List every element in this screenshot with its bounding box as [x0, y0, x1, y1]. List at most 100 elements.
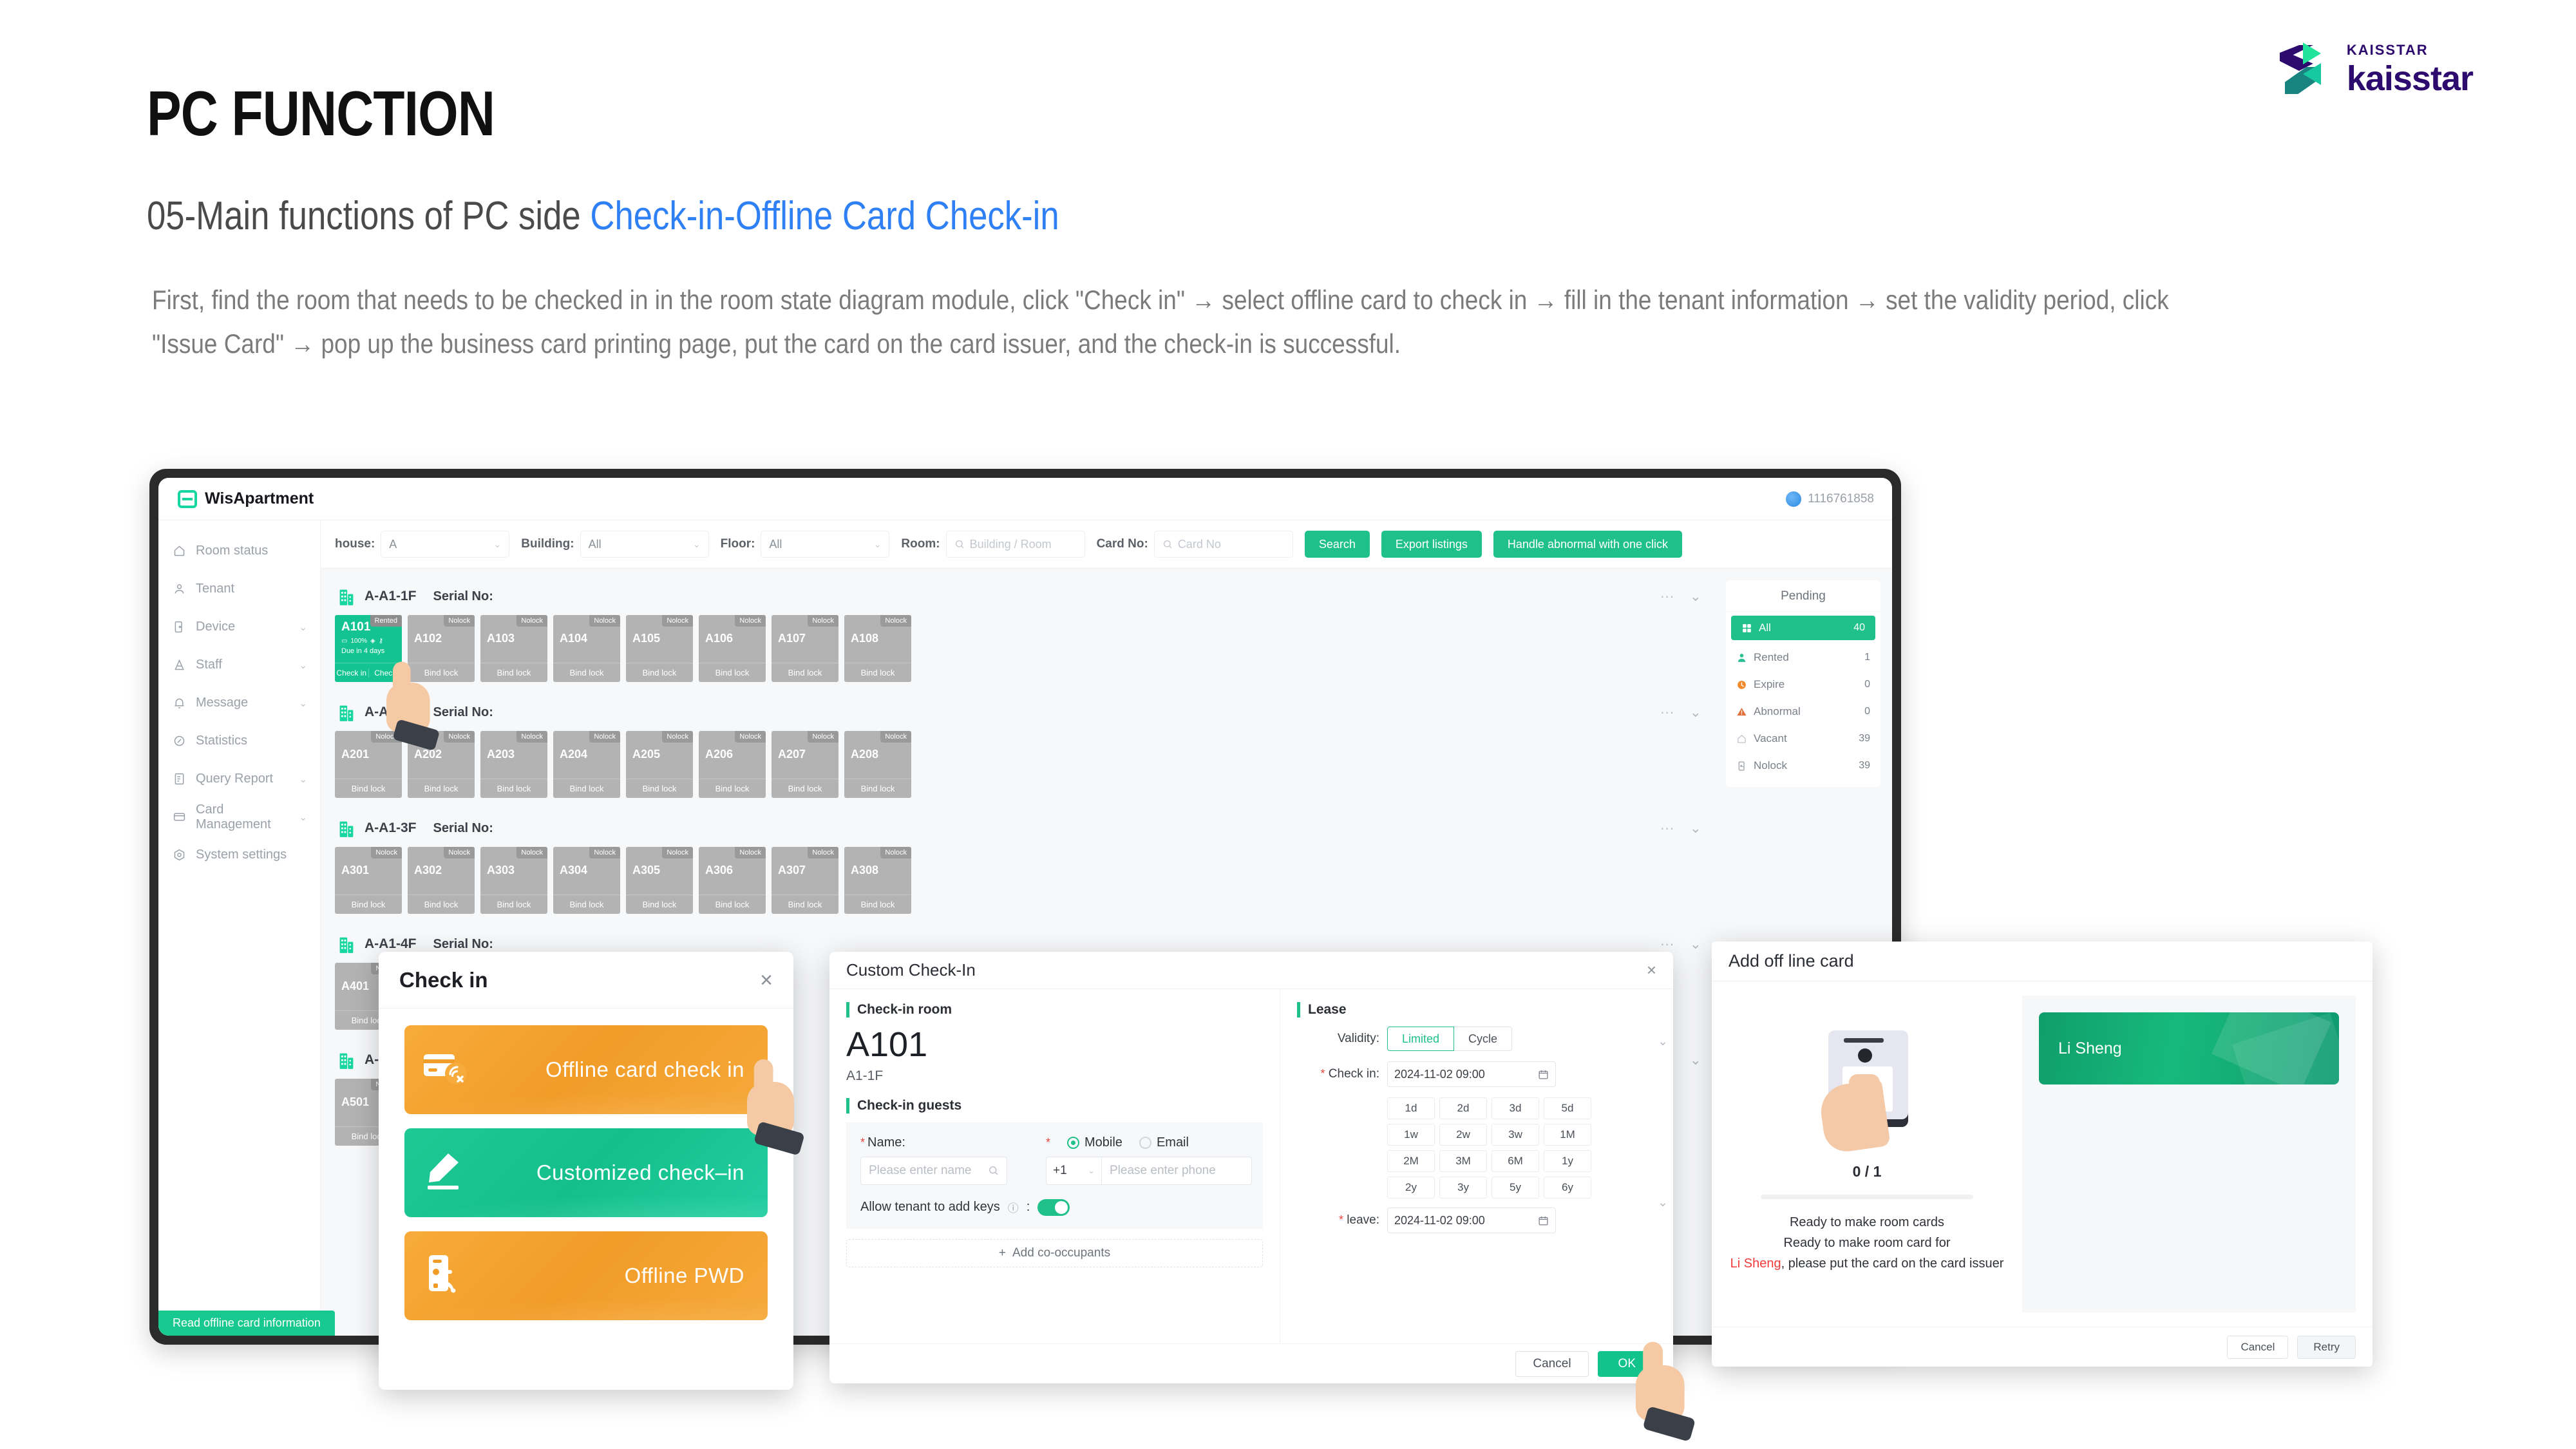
room-card-A306[interactable]: Nolock A306 Bind lock: [699, 847, 766, 914]
room-bindlock-action[interactable]: Bind lock: [480, 663, 547, 682]
validity-option-cycle[interactable]: Cycle: [1454, 1027, 1513, 1051]
duration-3w[interactable]: 3w: [1492, 1124, 1539, 1146]
checkin-option-offline-card-check-in[interactable]: Offline card check in: [404, 1025, 768, 1114]
room-card-A108[interactable]: Nolock A108 Bind lock: [844, 615, 911, 682]
chevron-down-icon[interactable]: ⌄: [1690, 704, 1701, 721]
chevron-down-icon[interactable]: ⌄: [299, 621, 307, 633]
room-card-A205[interactable]: Nolock A205 Bind lock: [626, 731, 693, 798]
chevron-down-icon[interactable]: ⌄: [299, 697, 307, 709]
duration-6y[interactable]: 6y: [1544, 1177, 1591, 1198]
country-code-select[interactable]: +1 ⌄: [1046, 1156, 1101, 1185]
room-card-A301[interactable]: Nolock A301 Bind lock: [335, 847, 402, 914]
room-card-A302[interactable]: Nolock A302 Bind lock: [408, 847, 475, 914]
duration-1w[interactable]: 1w: [1387, 1124, 1435, 1146]
sidebar-item-device[interactable]: Device ⌄: [158, 608, 320, 646]
sidebar-item-query-report[interactable]: Query Report ⌄: [158, 760, 320, 798]
room-bindlock-action[interactable]: Bind lock: [772, 895, 838, 914]
cancel-button[interactable]: Cancel: [2227, 1335, 2289, 1359]
name-input[interactable]: Please enter name: [860, 1156, 1007, 1185]
room-bindlock-action[interactable]: Bind lock: [626, 779, 693, 798]
room-bindlock-action[interactable]: Bind lock: [335, 895, 402, 914]
duration-1y[interactable]: 1y: [1544, 1150, 1591, 1172]
phone-input[interactable]: Please enter phone: [1101, 1156, 1252, 1185]
room-card-A204[interactable]: Nolock A204 Bind lock: [553, 731, 620, 798]
checkin-date-input[interactable]: 2024-11-02 09:00: [1387, 1061, 1556, 1087]
pending-row-rented[interactable]: Rented 1: [1726, 644, 1880, 671]
room-bindlock-action[interactable]: Bind lock: [480, 779, 547, 798]
room-bindlock-action[interactable]: Bind lock: [553, 895, 620, 914]
radio-email[interactable]: Email: [1139, 1135, 1189, 1150]
validity-option-limited[interactable]: Limited: [1387, 1027, 1455, 1051]
more-icon[interactable]: ···: [1660, 704, 1674, 721]
chevron-down-icon[interactable]: ⌄: [1658, 1034, 1668, 1049]
room-card-A201[interactable]: Nolock A201 Bind lock: [335, 731, 402, 798]
sidebar-item-system-settings[interactable]: System settings: [158, 836, 320, 874]
room-bindlock-action[interactable]: Bind lock: [772, 663, 838, 682]
room-card-A203[interactable]: Nolock A203 Bind lock: [480, 731, 547, 798]
duration-2w[interactable]: 2w: [1439, 1124, 1487, 1146]
room-bindlock-action[interactable]: Bind lock: [408, 663, 475, 682]
room-card-A101[interactable]: Rented A101 ▭ 100% ◈ ⚷ Due in 4 days Check in Ch…: [335, 615, 402, 682]
sidebar-item-room-status[interactable]: Room status: [158, 532, 320, 570]
room-bindlock-action[interactable]: Bind lock: [480, 895, 547, 914]
room-bindlock-action[interactable]: Bind lock: [699, 779, 766, 798]
pending-row-abnormal[interactable]: Abnormal 0: [1726, 698, 1880, 725]
room-card-A208[interactable]: Nolock A208 Bind lock: [844, 731, 911, 798]
room-checkin-action[interactable]: Check in: [335, 668, 368, 677]
duration-1M[interactable]: 1M: [1544, 1124, 1591, 1146]
room-card-A305[interactable]: Nolock A305 Bind lock: [626, 847, 693, 914]
more-icon[interactable]: ···: [1660, 820, 1674, 837]
room-card-A307[interactable]: Nolock A307 Bind lock: [772, 847, 838, 914]
filter-control[interactable]: Building / Room: [945, 531, 1085, 558]
search-button[interactable]: Search: [1304, 531, 1370, 558]
sidebar-item-message[interactable]: Message ⌄: [158, 684, 320, 722]
room-card-A102[interactable]: Nolock A102 Bind lock: [408, 615, 475, 682]
chevron-down-icon[interactable]: ⌄: [1690, 588, 1701, 605]
chevron-down-icon[interactable]: ⌄: [299, 773, 307, 785]
chevron-down-icon[interactable]: ⌄: [1690, 936, 1701, 952]
filter-control[interactable]: A ⌄: [381, 531, 510, 558]
checkin-option-offline-pwd[interactable]: Offline PWD: [404, 1231, 768, 1320]
handle-abnormal-button[interactable]: Handle abnormal with one click: [1493, 531, 1683, 558]
retry-button[interactable]: Retry: [2297, 1335, 2356, 1359]
chevron-down-icon[interactable]: ⌄: [1690, 1052, 1701, 1068]
duration-2y[interactable]: 2y: [1387, 1177, 1435, 1198]
room-card-A103[interactable]: Nolock A103 Bind lock: [480, 615, 547, 682]
room-bindlock-action[interactable]: Bind lock: [553, 663, 620, 682]
checkin-option-customized-check-in[interactable]: Customized check–in: [404, 1128, 768, 1217]
room-bindlock-action[interactable]: Bind lock: [408, 895, 475, 914]
room-card-A308[interactable]: Nolock A308 Bind lock: [844, 847, 911, 914]
filter-control[interactable]: Card No: [1153, 531, 1293, 558]
sidebar-item-staff[interactable]: Staff ⌄: [158, 646, 320, 684]
duration-5d[interactable]: 5d: [1544, 1097, 1591, 1119]
duration-3M[interactable]: 3M: [1439, 1150, 1487, 1172]
more-icon[interactable]: ···: [1660, 588, 1674, 605]
avatar[interactable]: [1786, 491, 1802, 507]
filter-control[interactable]: All ⌄: [761, 531, 890, 558]
close-icon[interactable]: ×: [760, 969, 773, 991]
sidebar-item-statistics[interactable]: Statistics: [158, 722, 320, 760]
duration-5y[interactable]: 5y: [1492, 1177, 1539, 1198]
room-card-A107[interactable]: Nolock A107 Bind lock: [772, 615, 838, 682]
radio-mobile[interactable]: Mobile: [1067, 1135, 1122, 1150]
room-card-A207[interactable]: Nolock A207 Bind lock: [772, 731, 838, 798]
allow-keys-toggle[interactable]: [1037, 1198, 1070, 1216]
room-bindlock-action[interactable]: Bind lock: [699, 895, 766, 914]
duration-3y[interactable]: 3y: [1439, 1177, 1487, 1198]
room-card-A304[interactable]: Nolock A304 Bind lock: [553, 847, 620, 914]
filter-control[interactable]: All ⌄: [580, 531, 709, 558]
export-listings-button[interactable]: Export listings: [1381, 531, 1482, 558]
cancel-button[interactable]: Cancel: [1515, 1350, 1589, 1377]
pending-row-vacant[interactable]: Vacant 39: [1726, 725, 1880, 752]
duration-6M[interactable]: 6M: [1492, 1150, 1539, 1172]
room-bindlock-action[interactable]: Bind lock: [335, 779, 402, 798]
room-bindlock-action[interactable]: Bind lock: [772, 779, 838, 798]
chevron-down-icon[interactable]: ⌄: [1690, 820, 1701, 837]
duration-2M[interactable]: 2M: [1387, 1150, 1435, 1172]
duration-3d[interactable]: 3d: [1492, 1097, 1539, 1119]
room-bindlock-action[interactable]: Bind lock: [626, 895, 693, 914]
room-card-A106[interactable]: Nolock A106 Bind lock: [699, 615, 766, 682]
sidebar-item-tenant[interactable]: Tenant: [158, 570, 320, 608]
duration-2d[interactable]: 2d: [1439, 1097, 1487, 1119]
pending-row-expire[interactable]: Expire 0: [1726, 671, 1880, 698]
